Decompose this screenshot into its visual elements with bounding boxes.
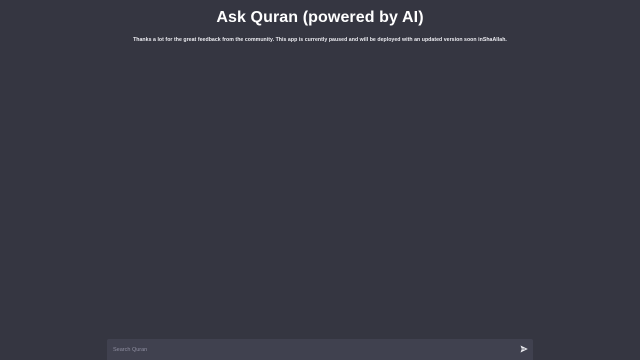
page-title: Ask Quran (powered by AI) (216, 9, 424, 26)
send-button[interactable] (519, 344, 529, 354)
app-page: Ask Quran (powered by AI) Thanks a lot f… (0, 0, 640, 360)
send-icon (519, 344, 529, 354)
search-input[interactable] (107, 339, 507, 360)
search-composer (107, 339, 533, 360)
header: Ask Quran (powered by AI) Thanks a lot f… (0, 9, 640, 43)
notice-text: Thanks a lot for the great feedback from… (133, 37, 507, 43)
